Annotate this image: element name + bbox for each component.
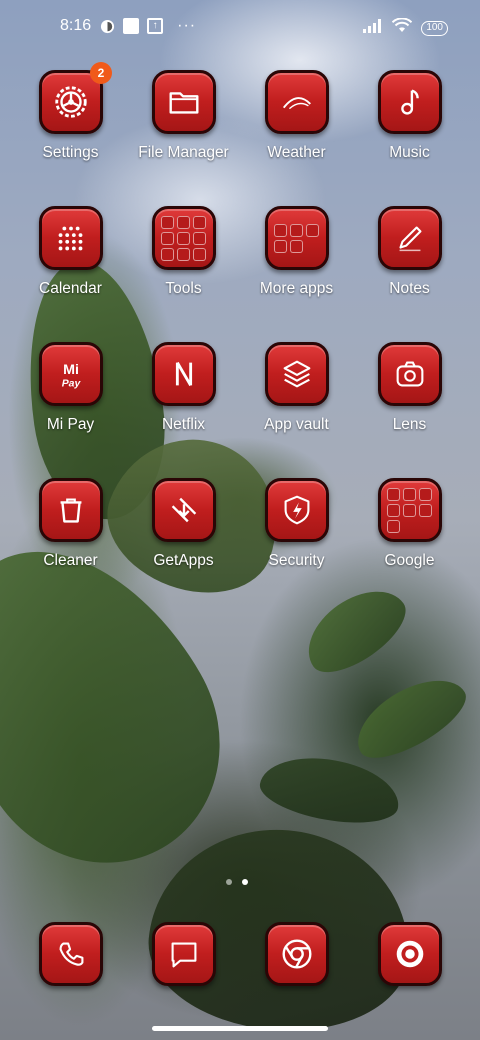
camera-icon[interactable] [377, 922, 442, 986]
netflix-icon[interactable] [151, 342, 216, 406]
shield-bolt-icon[interactable] [264, 478, 329, 542]
battery-indicator: 100 [421, 20, 448, 36]
app-cleaner[interactable]: Cleaner [14, 478, 127, 576]
calendar-icon[interactable] [38, 206, 103, 270]
dock-messages[interactable] [127, 922, 240, 988]
svg-text:Mi: Mi [63, 362, 79, 378]
app-label: Calendar [39, 280, 102, 297]
notification-square-icon [123, 18, 140, 34]
status-left: 8:16 ↑ ··· [60, 17, 196, 35]
signal-icon [363, 18, 383, 38]
app-folder-google[interactable]: Google [353, 478, 466, 576]
wallpaper-leaf [292, 573, 418, 687]
folder-grid-icon[interactable] [151, 206, 216, 270]
more-notifications-icon: ··· [177, 17, 197, 34]
app-getapps[interactable]: GetApps [127, 478, 240, 576]
dock-chrome[interactable] [240, 922, 353, 988]
app-label: Notes [389, 280, 430, 297]
app-label: GetApps [153, 552, 214, 569]
app-label: Lens [392, 416, 427, 433]
app-security[interactable]: Security [240, 478, 353, 576]
wallpaper-leaf [255, 748, 405, 832]
wifi-icon [392, 17, 413, 38]
getapps-icon[interactable] [151, 478, 216, 542]
folder-icon[interactable] [151, 70, 216, 134]
notes-pen-icon[interactable] [377, 206, 442, 270]
dock-camera[interactable] [353, 922, 466, 988]
layers-icon[interactable] [264, 342, 329, 406]
trash-icon[interactable] [38, 478, 103, 542]
home-indicator[interactable] [152, 1026, 328, 1031]
svg-text:Pay: Pay [61, 378, 81, 389]
app-app-vault[interactable]: App vault [240, 342, 353, 440]
app-label: Music [389, 144, 430, 161]
app-label: Settings [42, 144, 99, 161]
app-folder-more-apps[interactable]: More apps [240, 206, 353, 304]
app-mi-pay[interactable]: Mi Pay Mi Pay [14, 342, 127, 440]
message-icon[interactable] [151, 922, 216, 986]
app-weather[interactable]: Weather [240, 70, 353, 168]
chrome-icon[interactable] [264, 922, 329, 986]
page-indicator [226, 879, 248, 885]
lens-camera-icon[interactable] [377, 342, 442, 406]
mi-pay-icon[interactable]: Mi Pay [38, 342, 103, 406]
app-music[interactable]: Music [353, 70, 466, 168]
app-folder-tools[interactable]: Tools [127, 206, 240, 304]
app-label: More apps [259, 280, 334, 297]
app-label: Cleaner [43, 552, 98, 569]
page-dot-active[interactable] [242, 879, 248, 885]
folder-grid-icon[interactable] [264, 206, 329, 270]
app-calendar[interactable]: Calendar [14, 206, 127, 304]
weather-arc-icon[interactable] [264, 70, 329, 134]
dock [14, 922, 466, 988]
app-label: App vault [264, 416, 329, 433]
app-label: Netflix [161, 416, 206, 433]
notification-badge: 2 [90, 62, 112, 84]
app-label: Tools [165, 280, 202, 297]
notification-app-icon [99, 18, 115, 34]
status-right: 100 [363, 17, 448, 38]
app-label: Weather [267, 144, 326, 161]
status-time: 8:16 [60, 17, 92, 34]
app-notes[interactable]: Notes [353, 206, 466, 304]
app-grid: 2 Settings File Manager Weather Music Ca… [14, 62, 466, 576]
app-settings[interactable]: 2 Settings [14, 62, 127, 168]
status-bar: 8:16 ↑ ··· 100 [0, 0, 480, 56]
page-dot[interactable] [226, 879, 232, 885]
app-file-manager[interactable]: File Manager [127, 70, 240, 168]
phone-icon[interactable] [38, 922, 103, 986]
app-lens[interactable]: Lens [353, 342, 466, 440]
folder-grid-icon[interactable] [377, 478, 442, 542]
app-label: Security [268, 552, 325, 569]
app-label: Google [384, 552, 435, 569]
app-label: File Manager [138, 144, 229, 161]
dock-phone[interactable] [14, 922, 127, 988]
wallpaper-leaf [344, 663, 476, 772]
music-note-icon[interactable] [377, 70, 442, 134]
upload-icon: ↑ [147, 18, 164, 34]
app-label: Mi Pay [46, 416, 95, 433]
app-netflix[interactable]: Netflix [127, 342, 240, 440]
